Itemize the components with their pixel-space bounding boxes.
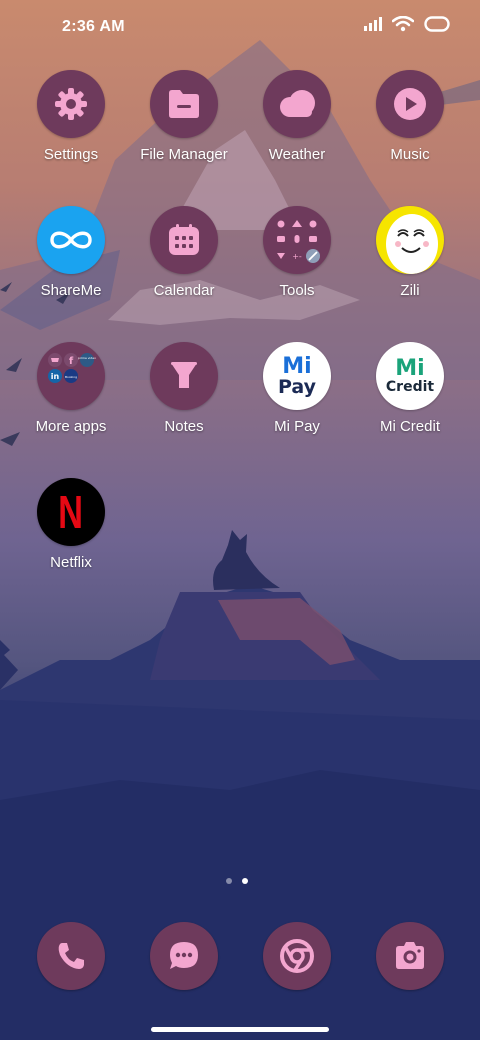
chat-bubble-icon: [170, 942, 198, 969]
mi-credit-logo-credit: Credit: [385, 379, 435, 395]
app-label: Zili: [400, 282, 420, 299]
linkedin-icon: in: [51, 372, 60, 381]
dock-browser-button[interactable]: [263, 922, 331, 990]
app-label: Tools: [279, 282, 315, 299]
clock: 2:36 AM: [62, 18, 125, 35]
app-label: ShareMe: [40, 282, 102, 299]
page-dot-active[interactable]: [242, 878, 248, 884]
app-label: File Manager: [140, 146, 228, 163]
app-mi-credit[interactable]: Mi Credit Mi Credit: [354, 342, 466, 462]
page-dot[interactable]: [226, 878, 232, 884]
dock-camera-button[interactable]: [376, 922, 444, 990]
page-indicator: [226, 878, 248, 884]
mi-credit-logo-mi: Mi: [395, 356, 425, 381]
status-bar: 2:36 AM: [0, 0, 480, 56]
home-indicator[interactable]: [151, 1027, 329, 1032]
app-file-manager[interactable]: File Manager: [128, 70, 240, 190]
calendar-icon: [150, 206, 218, 274]
folder-tools[interactable]: +- Tools: [241, 206, 353, 326]
infinity-icon: [37, 206, 105, 274]
phone-icon: [58, 943, 84, 969]
netflix-logo-letter: N: [58, 486, 84, 538]
chrome-icon: [280, 939, 314, 973]
app-zili[interactable]: Zili: [354, 206, 466, 326]
app-label: Notes: [164, 418, 204, 435]
play-icon: [376, 70, 444, 138]
mi-credit-logo: Mi Credit: [376, 342, 444, 410]
status-icons: [364, 16, 450, 32]
app-label: Calendar: [153, 282, 215, 299]
folder-more-apps[interactable]: f prime video in Booking More apps: [15, 342, 127, 462]
facebook-icon: f: [69, 356, 74, 367]
dock-phone-button[interactable]: [37, 922, 105, 990]
netflix-logo: N: [37, 478, 105, 546]
app-label: Mi Pay: [274, 418, 320, 435]
gear-icon: [37, 70, 105, 138]
battery-icon: [424, 16, 450, 32]
smiley-face-icon: [376, 206, 444, 274]
app-label: Music: [390, 146, 430, 163]
svg-text:+-: +-: [292, 252, 302, 261]
app-notes[interactable]: Notes: [128, 342, 240, 462]
app-weather[interactable]: Weather: [241, 70, 353, 190]
apps-folder-icon: f prime video in Booking: [37, 342, 105, 410]
mi-pay-logo: Mi Pay: [263, 342, 331, 410]
wifi-icon: [392, 16, 414, 32]
app-shareme[interactable]: ShareMe: [15, 206, 127, 326]
mi-pay-logo-mi: Mi: [282, 353, 312, 379]
app-label: More apps: [35, 418, 107, 435]
signal-icon: [364, 17, 382, 31]
funnel-icon: [150, 342, 218, 410]
app-label: Netflix: [50, 554, 92, 571]
tools-folder-icon: +-: [263, 206, 331, 274]
app-label: Mi Credit: [379, 418, 440, 435]
amazon-prime-icon: prime video: [78, 356, 96, 360]
app-label: Settings: [43, 146, 99, 163]
cloud-icon: [263, 70, 331, 138]
dock-messages-button[interactable]: [150, 922, 218, 990]
app-music[interactable]: Music: [354, 70, 466, 190]
mi-pay-logo-pay: Pay: [277, 375, 317, 398]
app-netflix[interactable]: N Netflix: [15, 478, 127, 598]
folder-icon: [150, 70, 218, 138]
app-label: Weather: [268, 146, 326, 163]
app-mi-pay[interactable]: Mi Pay Mi Pay: [241, 342, 353, 462]
booking-icon: Booking: [65, 375, 77, 379]
app-settings[interactable]: Settings: [15, 70, 127, 190]
camera-icon: [396, 942, 424, 969]
app-calendar[interactable]: Calendar: [128, 206, 240, 326]
